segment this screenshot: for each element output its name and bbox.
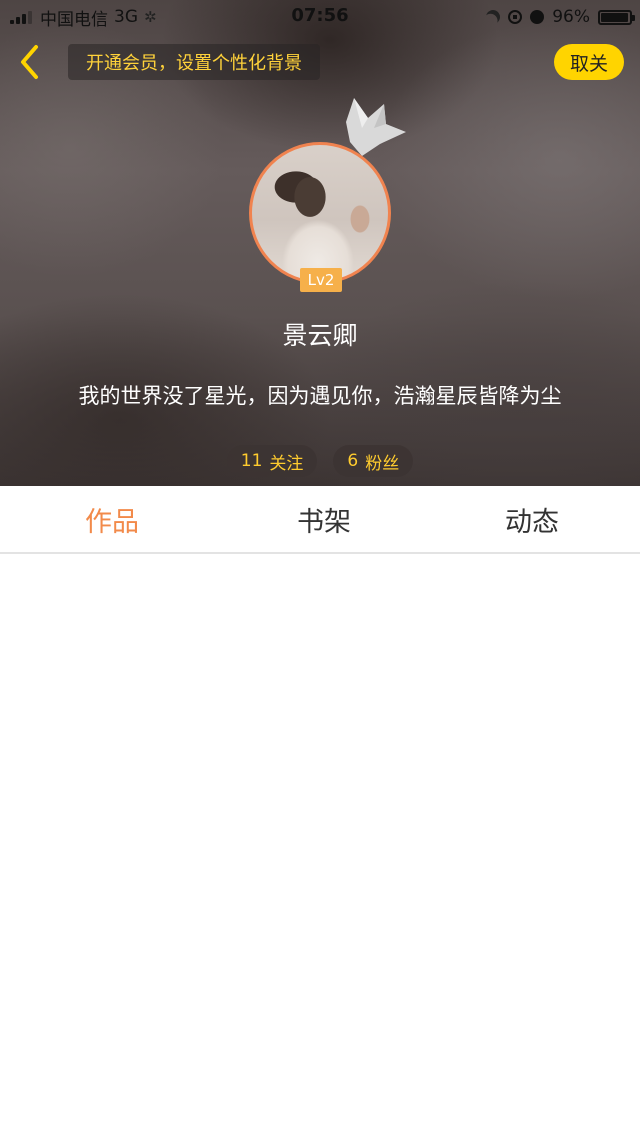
nickname: 景云卿 [282,321,358,350]
following-pill[interactable]: 11 关注 [226,445,318,477]
battery-fill [601,12,628,22]
followers-count: 6 [347,451,359,471]
status-bar: 中国电信 3G ✲ 07:56 96% [0,0,640,34]
avatar[interactable] [249,142,391,284]
profile-header: 中国电信 3G ✲ 07:56 96% 开通会员，设置个性化背景 取关 Lv2 … [0,0,640,486]
stats-row: 11 关注 6 粉丝 [0,445,640,477]
tab-bookshelf[interactable]: 书架 [224,486,424,552]
avatar-container[interactable] [249,142,391,284]
tab-activity[interactable]: 动态 [424,486,640,552]
rotation-lock-icon [508,10,523,24]
following-label: 关注 [269,453,304,474]
following-count: 11 [240,451,263,471]
bio-text: 我的世界没了星光，因为遇见你，浩瀚星辰皆降为尘 [78,384,562,408]
followers-label: 粉丝 [365,453,400,474]
profile-tabs: 作品 书架 动态 [0,486,640,554]
battery-icon [598,9,635,25]
tab-content-area [0,554,640,1138]
alarm-icon [530,10,545,24]
chevron-left-icon [21,45,38,79]
battery-percent: 96% [552,7,590,27]
followers-pill[interactable]: 6 粉丝 [333,445,414,477]
level-badge: Lv2 [300,268,342,292]
status-right: 96% [484,5,635,29]
vip-promo-banner[interactable]: 开通会员，设置个性化背景 [68,44,320,80]
back-button[interactable] [12,42,48,82]
do-not-disturb-icon [484,7,503,26]
tab-works[interactable]: 作品 [0,486,224,552]
unfollow-button[interactable]: 取关 [554,44,624,80]
